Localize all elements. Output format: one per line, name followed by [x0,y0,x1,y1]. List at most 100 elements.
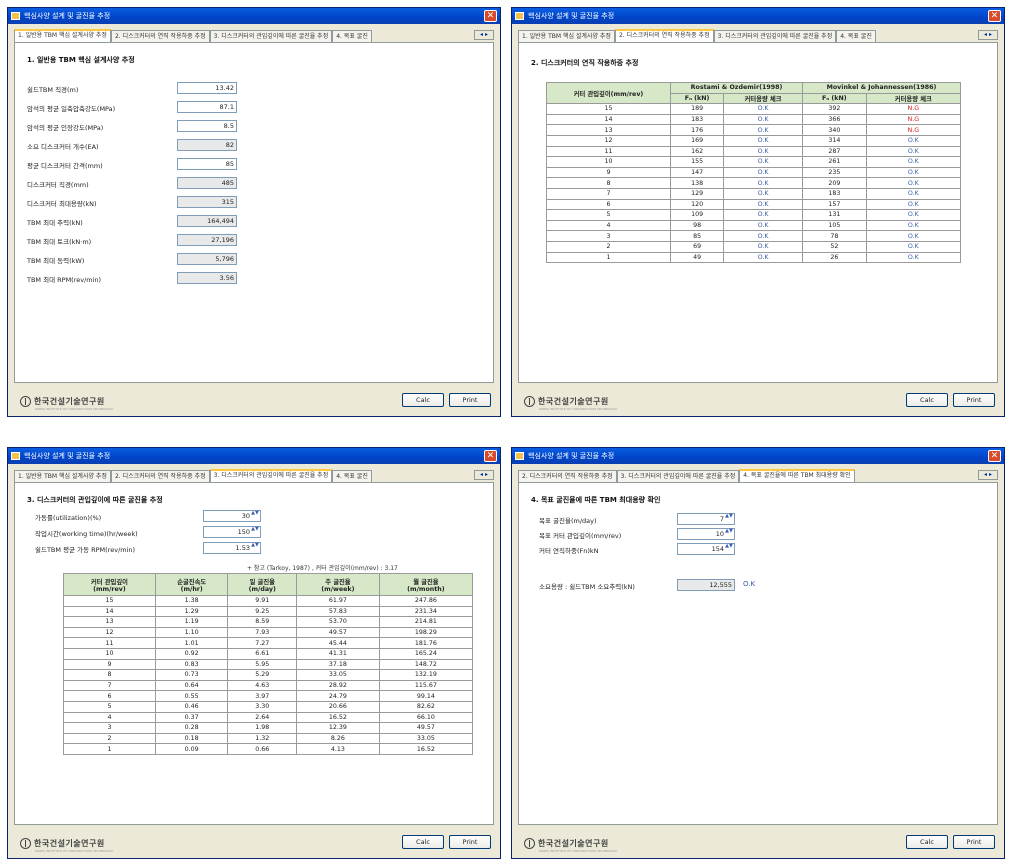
spin-input[interactable]: 7 ▲▼ [677,513,735,525]
spin-arrows-icon[interactable]: ▲▼ [251,543,259,553]
spin-arrows-icon[interactable]: ▲▼ [725,544,733,554]
tab-design-spec[interactable]: 1. 일반용 TBM 핵심 설계사양 추정 [14,470,111,482]
spin-value[interactable]: 1.53 [236,543,250,553]
table-cell: 6 [546,198,671,211]
tab-panel: 2. 디스크커터의 연직 작용하중 추정 커터 관입깊이(mm/rev) Ros… [518,42,998,383]
table-cell: 247.86 [378,595,474,607]
logo-subtitle: KOREA INSTITUTE OF CONSTRUCTION TECHNOLO… [539,849,618,853]
table-row: 12 169 O.K 314 O.K [546,134,962,147]
table-cell: O.K [723,103,804,115]
spin-input[interactable]: 150 ▲▼ [203,526,261,538]
tab-scroll-arrows-icon[interactable]: ◂ ▸ [474,30,494,40]
spin-arrows-icon[interactable]: ▲▼ [251,527,259,537]
section-title: 4. 목표 굴진율에 따른 TBM 최대용량 확인 [531,496,661,504]
table-cell: 82.62 [378,700,474,713]
reference-note: + 참고 (Tarkoy, 1987) , 커터 관입깊이(mm/rev) : … [247,565,398,572]
input-label: 목표 굴진율(m/day) [539,517,597,525]
close-icon[interactable]: ✕ [484,450,497,462]
table-cell: 1.38 [154,595,229,607]
field-value[interactable]: 85 [177,158,237,170]
table-cell: 49.57 [296,626,380,639]
table-cell: N.G [865,103,962,115]
section-title: 1. 일반용 TBM 핵심 설계사양 추정 [27,56,135,64]
tab-vertical-load[interactable]: 2. 디스크커터의 연직 작용하중 추정 [110,470,210,482]
close-icon[interactable]: ✕ [484,10,497,22]
app-icon [515,12,524,20]
spin-value[interactable]: 154 [712,544,724,554]
tab-penetration-rate[interactable]: 3. 디스크커터의 관입깊이에 따른 굴진율 추정 [209,469,333,482]
table-cell: O.K [723,156,804,168]
print-button[interactable]: Print [449,393,491,407]
header-unit: (m/month) [407,585,445,593]
spin-input[interactable]: 10 ▲▼ [677,528,735,540]
table-row: 3 0.28 1.98 12.39 49.57 [63,722,474,734]
tab-vertical-load[interactable]: 2. 디스크커터의 연직 작용하중 추정 [518,470,617,482]
print-button[interactable]: Print [953,393,995,407]
table-row: 14 183 O.K 366 N.G [546,113,962,126]
calc-button[interactable]: Calc [402,835,444,849]
table-cell: 0.66 [227,743,298,755]
spin-value[interactable]: 30 [242,511,250,521]
field-value: 5,796 [177,253,237,265]
field-value[interactable]: 8.5 [177,120,237,132]
field-value: 27,196 [177,234,237,246]
tab-scroll-arrows-icon[interactable]: ◂ ▸ [474,470,494,480]
tab-vertical-load[interactable]: 2. 디스크커터의 연직 작용하중 추정 [110,30,210,42]
tab-target-rate[interactable]: 4. 목표 굴진율에 따른 TBM 최대용량 확인 [739,469,855,482]
print-button[interactable]: Print [953,835,995,849]
table-cell: O.K [865,219,962,232]
spin-arrows-icon[interactable]: ▲▼ [251,511,259,521]
input-label: 쉴드TBM 평균 가동 RPM(rev/min) [35,546,136,554]
tab-target-rate[interactable]: 4. 목표 굴진 [332,470,372,482]
calc-button[interactable]: Calc [402,393,444,407]
table-cell: 45.44 [296,637,380,649]
title-bar: 핵심사양 설계 및 굴진율 추정 ✕ [8,8,500,24]
close-icon[interactable]: ✕ [988,450,1001,462]
table-cell: 33.05 [296,669,380,681]
header-line: 주 굴진율 [325,578,351,586]
tab-scroll-arrows-icon[interactable]: ◂ ▸ [978,470,998,480]
print-button[interactable]: Print [449,835,491,849]
table-row: 6 0.55 3.97 24.79 99.14 [63,690,474,702]
tab-penetration-rate[interactable]: 3. 디스크커터의 관입깊이에 따른 굴진율 추정 [616,470,740,482]
tab-strip: 1. 일반용 TBM 핵심 설계사양 추정 2. 디스크커터의 연직 작용하중 추… [14,469,494,482]
tab-design-spec[interactable]: 1. 일반용 TBM 핵심 설계사양 추정 [518,30,615,42]
spin-value[interactable]: 150 [238,527,250,537]
field-value[interactable]: 13.42 [177,82,237,94]
table-row: 6 120 O.K 157 O.K [546,198,962,211]
window-title: 핵심사양 설계 및 굴진율 추정 [528,452,615,460]
org-logo: 한국건설기술연구원 KOREA INSTITUTE OF CONSTRUCTION… [524,396,617,411]
table-cell: 16.52 [296,711,380,724]
spin-arrows-icon[interactable]: ▲▼ [725,529,733,539]
tab-penetration-rate[interactable]: 3. 디스크커터의 관입깊이에 따른 굴진율 추정 [209,30,333,42]
spin-value[interactable]: 7 [720,514,724,524]
spin-input[interactable]: 1.53 ▲▼ [203,542,261,554]
spin-input[interactable]: 154 ▲▼ [677,543,735,555]
field-label: 쉴드TBM 직경(m) [27,86,79,94]
field-value[interactable]: 87.1 [177,101,237,113]
spin-arrows-icon[interactable]: ▲▼ [725,514,733,524]
table-cell: 287 [802,145,867,158]
tab-target-rate[interactable]: 4. 목표 굴진 [836,30,876,42]
tab-target-rate[interactable]: 4. 목표 굴진 [332,30,372,42]
table-cell: 366 [802,113,867,126]
table-cell: 183 [802,187,867,200]
table-row: 13 1.19 8.59 53.70 214.81 [63,616,474,628]
calc-button[interactable]: Calc [906,393,948,407]
calc-button[interactable]: Calc [906,835,948,849]
tab-scroll-arrows-icon[interactable]: ◂ ▸ [978,30,998,40]
table-cell: 132.19 [378,669,474,681]
table-cell: 2.64 [227,711,298,724]
tab-design-spec[interactable]: 1. 일반용 TBM 핵심 설계사양 추정 [14,29,111,42]
spin-value[interactable]: 10 [716,529,724,539]
spin-input[interactable]: 30 ▲▼ [203,510,261,522]
table-cell: 4.63 [227,679,298,692]
table-row: 7 0.64 4.63 28.92 115.67 [63,679,474,692]
header-line: 순굴진속도 [177,578,207,586]
col-fn-2: Fₙ (kN) [802,92,867,105]
tab-vertical-load[interactable]: 2. 디스크커터의 연직 작용하중 추정 [614,29,714,42]
close-icon[interactable]: ✕ [988,10,1001,22]
tab-penetration-rate[interactable]: 3. 디스크커터의 관입깊이에 따른 굴진율 추정 [713,30,837,42]
col-penetration: 커터 관입깊이(mm/rev) [546,81,671,105]
field-label: TBM 최대 RPM(rev/min) [27,276,102,284]
